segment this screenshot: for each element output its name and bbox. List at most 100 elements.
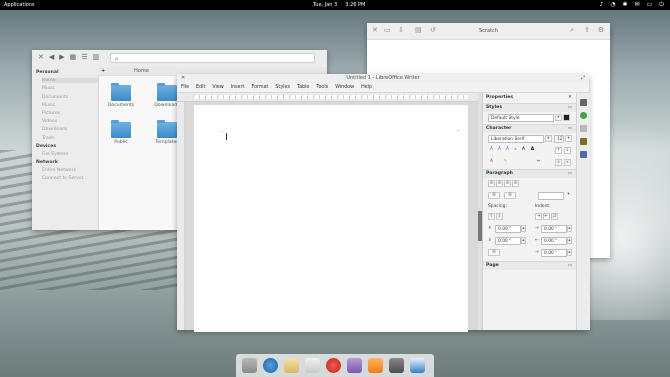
clock[interactable]: Tue, Jan 3 3:26 PM <box>313 0 373 10</box>
background-color-select[interactable] <box>538 192 564 200</box>
properties-deck-icon[interactable] <box>580 99 587 106</box>
maximize-icon[interactable]: ⤢ <box>581 74 585 83</box>
indent-after-input[interactable]: 0.00 " <box>541 237 567 245</box>
underline-icon[interactable]: A <box>504 147 511 154</box>
style-dropdown-icon[interactable]: ▾ <box>555 114 562 121</box>
grow-font-icon[interactable]: ↑ <box>555 147 562 154</box>
styles-section-header[interactable]: Styles ▭ <box>483 103 577 112</box>
vertical-ruler[interactable] <box>177 102 185 330</box>
spin-icon[interactable]: ▴ <box>567 249 572 256</box>
decrease-spacing-icon[interactable]: ⇓ <box>496 213 503 220</box>
bluetooth-icon[interactable]: ✱ <box>623 0 628 10</box>
shadow-icon[interactable]: A <box>520 147 527 154</box>
podcast-icon[interactable] <box>347 358 362 373</box>
superscript-icon[interactable]: x <box>555 159 562 166</box>
bold-icon[interactable]: A <box>488 147 495 154</box>
close-icon[interactable]: ✕ <box>38 53 44 61</box>
tomato-icon[interactable] <box>326 358 341 373</box>
document-page[interactable]: ⌐ ¬ <box>194 105 468 332</box>
font-name-select[interactable]: Liberation Serif <box>488 135 544 143</box>
folder-public[interactable]: Public <box>106 120 136 145</box>
battery-icon[interactable]: ▭ <box>647 0 653 10</box>
browser-icon[interactable] <box>263 358 278 373</box>
menu-format[interactable]: Format <box>251 83 268 92</box>
search-icon[interactable]: ⌕ <box>570 26 574 35</box>
new-tab-icon[interactable]: + <box>101 67 105 75</box>
horizontal-ruler[interactable] <box>177 93 478 102</box>
font-color-icon[interactable]: A <box>488 159 495 166</box>
spin-icon[interactable]: ▴ <box>567 225 572 232</box>
collapse-icon[interactable]: ▭ <box>568 170 572 178</box>
sidebar-item-music[interactable]: Music <box>42 86 98 91</box>
sidebar-item-videos[interactable]: Videos <box>42 119 98 124</box>
mail-icon[interactable] <box>284 358 299 373</box>
sidebar-item-connect-server[interactable]: Connect to Server... <box>42 176 98 181</box>
menu-styles[interactable]: Styles <box>275 83 290 92</box>
styles-deck-icon[interactable] <box>580 112 587 119</box>
italic-icon[interactable]: A <box>496 147 503 154</box>
tab-home[interactable]: Home <box>134 67 149 75</box>
subscript-icon[interactable]: x <box>564 159 571 166</box>
sound-icon[interactable]: ♪ <box>599 0 603 10</box>
sidebar-item-file-system[interactable]: File System <box>42 152 98 157</box>
power-icon[interactable]: ⏻ <box>659 0 664 10</box>
numbering-icon[interactable]: ☰ <box>504 192 516 199</box>
wifi-icon[interactable]: ◔ <box>610 0 615 10</box>
music-icon[interactable] <box>368 358 383 373</box>
manage-changes-deck-icon[interactable] <box>580 151 587 158</box>
gallery-deck-icon[interactable] <box>580 125 587 132</box>
spin-icon[interactable]: ▴ <box>567 237 572 244</box>
expand-icon[interactable]: ▭ <box>568 262 572 270</box>
paragraph-style-select[interactable]: Default Style <box>488 114 554 122</box>
align-left-icon[interactable]: ≡ <box>488 180 495 187</box>
sidebar-item-pictures[interactable]: Pictures <box>42 111 98 116</box>
increase-spacing-icon[interactable]: ⇑ <box>488 213 495 220</box>
menu-window[interactable]: Window <box>335 83 354 92</box>
grid-view-icon[interactable]: ▦ <box>70 53 77 61</box>
spin-icon[interactable]: ▴ <box>521 237 526 244</box>
sidebar-item-music-2[interactable]: Music <box>42 103 98 108</box>
applications-menu[interactable]: Applications <box>4 0 35 10</box>
menu-view[interactable]: View <box>212 83 223 92</box>
paragraph-section-header[interactable]: Paragraph ▭ <box>483 169 577 178</box>
hanging-indent-icon[interactable]: ⇄ <box>551 213 558 220</box>
files-icon[interactable] <box>242 358 257 373</box>
collapse-icon[interactable]: ▭ <box>568 104 572 112</box>
menu-tools[interactable]: Tools <box>316 83 328 92</box>
align-center-icon[interactable]: ≡ <box>496 180 503 187</box>
size-dropdown-icon[interactable]: ▾ <box>565 135 572 142</box>
increase-indent-icon[interactable]: ⇥ <box>535 213 542 220</box>
shrink-font-icon[interactable]: ↓ <box>564 147 571 154</box>
sidebar-item-trash[interactable]: Trash <box>42 136 98 141</box>
spacing-below-input[interactable]: 0.00 " <box>495 237 521 245</box>
first-line-indent-input[interactable]: 0.00 " <box>541 249 567 257</box>
sidebar-item-downloads[interactable]: Downloads <box>42 127 98 132</box>
decrease-indent-icon[interactable]: ⇤ <box>543 213 550 220</box>
spacing-icon[interactable]: ⇔ <box>535 159 542 166</box>
align-right-icon[interactable]: ≡ <box>504 180 511 187</box>
sidebar-item-entire-network[interactable]: Entire Network <box>42 168 98 173</box>
font-dropdown-icon[interactable]: ▾ <box>545 135 552 142</box>
page-section-header[interactable]: Page ▭ <box>483 261 577 270</box>
location-bar[interactable]: ⌂ <box>110 53 315 63</box>
column-view-icon[interactable]: ▥ <box>93 53 100 61</box>
justify-icon[interactable]: ≡ <box>512 180 519 187</box>
menu-help[interactable]: Help <box>361 83 372 92</box>
settings-icon[interactable]: ⚙ <box>598 26 604 34</box>
indent-before-input[interactable]: 0.00 " <box>541 225 567 233</box>
close-icon[interactable]: ✕ <box>568 93 572 103</box>
sidebar-item-documents[interactable]: Documents <box>42 95 98 100</box>
spin-icon[interactable]: ▴ <box>521 225 526 232</box>
notifications-icon[interactable]: ✉ <box>635 0 640 10</box>
collapse-icon[interactable]: ▭ <box>568 125 572 133</box>
navigator-deck-icon[interactable] <box>580 138 587 145</box>
menu-table[interactable]: Table <box>297 83 309 92</box>
gimp-icon[interactable] <box>389 358 404 373</box>
bg-dropdown-icon[interactable]: ▾ <box>565 192 572 199</box>
strikethrough-icon[interactable]: ▵ <box>512 147 519 154</box>
list-view-icon[interactable]: ☰ <box>81 53 87 61</box>
line-spacing-icon[interactable]: ☰ <box>488 249 500 256</box>
menu-file[interactable]: File <box>181 83 189 92</box>
forward-icon[interactable]: ▶ <box>59 53 64 61</box>
outline-icon[interactable]: A <box>529 147 536 154</box>
